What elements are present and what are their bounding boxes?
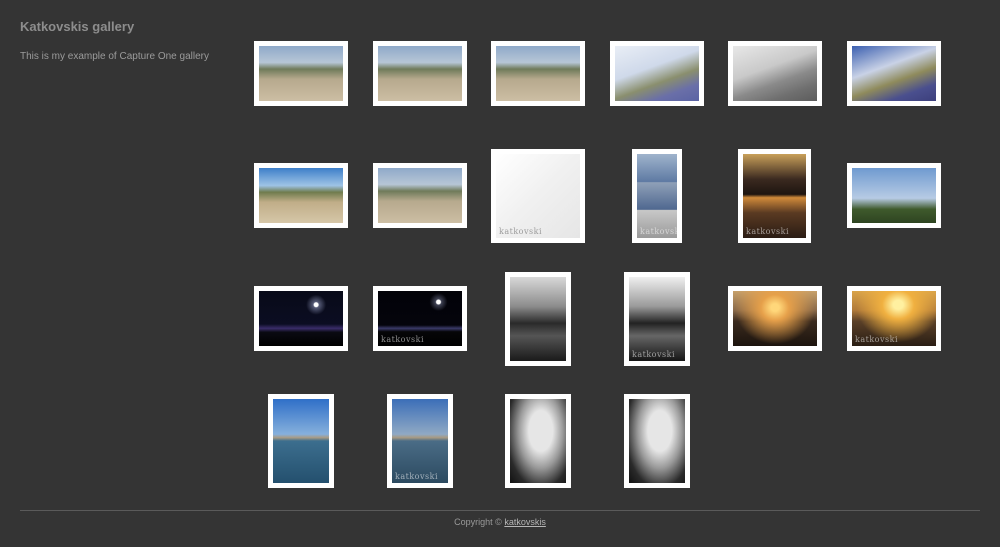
footer: Copyright © katkovskis	[0, 517, 1000, 527]
thumbnail-13[interactable]	[254, 286, 348, 351]
thumbnail-4[interactable]	[610, 41, 704, 106]
thumbnail-22[interactable]	[624, 394, 690, 488]
thumbnail-image: katkovski	[496, 154, 580, 238]
thumbnail-image	[629, 399, 685, 483]
thumbnail-7[interactable]	[254, 163, 348, 228]
gallery-title: Katkovskis gallery	[20, 19, 135, 34]
thumbnail-15[interactable]	[505, 272, 571, 366]
thumbnail-16[interactable]: katkovski	[624, 272, 690, 366]
thumbnail-image	[378, 168, 462, 223]
footer-divider	[20, 510, 980, 511]
thumbnail-image	[496, 46, 580, 101]
thumbnail-10[interactable]: katkovski	[632, 149, 682, 243]
thumbnail-3[interactable]	[491, 41, 585, 106]
thumbnail-image	[615, 46, 699, 101]
thumbnail-17[interactable]	[728, 286, 822, 351]
thumbnail-image	[259, 291, 343, 346]
watermark: katkovski	[395, 472, 439, 481]
thumbnail-image: katkovski	[852, 291, 936, 346]
watermark: katkovski	[855, 335, 899, 344]
thumbnail-20[interactable]: katkovski	[387, 394, 453, 488]
thumbnail-18[interactable]: katkovski	[847, 286, 941, 351]
thumbnail-12[interactable]	[847, 163, 941, 228]
thumbnail-image	[852, 46, 936, 101]
thumbnail-image: katkovski	[629, 277, 685, 361]
thumbnail-2[interactable]	[373, 41, 467, 106]
thumbnail-8[interactable]	[373, 163, 467, 228]
thumbnail-image	[510, 277, 566, 361]
thumbnail-image	[259, 168, 343, 223]
thumbnail-19[interactable]	[268, 394, 334, 488]
thumbnail-5[interactable]	[728, 41, 822, 106]
thumbnail-image	[852, 168, 936, 223]
gallery-description: This is my example of Capture One galler…	[20, 51, 209, 62]
thumbnail-image: katkovski	[743, 154, 806, 238]
thumbnail-image	[510, 399, 566, 483]
thumbnail-image: katkovski	[392, 399, 448, 483]
copyright-text: Copyright ©	[454, 517, 502, 527]
watermark: katkovski	[746, 227, 790, 236]
watermark: katkovski	[381, 335, 425, 344]
thumbnail-image	[378, 46, 462, 101]
thumbnail-11[interactable]: katkovski	[738, 149, 811, 243]
thumbnail-image	[273, 399, 329, 483]
watermark: katkovski	[640, 227, 677, 236]
author-link[interactable]: katkovskis	[504, 517, 546, 527]
thumbnail-image	[733, 46, 817, 101]
thumbnail-14[interactable]: katkovski	[373, 286, 467, 351]
thumbnail-9[interactable]: katkovski	[491, 149, 585, 243]
thumbnail-21[interactable]	[505, 394, 571, 488]
thumbnail-image: katkovski	[637, 154, 677, 238]
watermark: katkovski	[632, 350, 676, 359]
thumbnail-image	[259, 46, 343, 101]
thumbnail-image	[733, 291, 817, 346]
watermark: katkovski	[499, 227, 543, 236]
thumbnail-1[interactable]	[254, 41, 348, 106]
thumbnail-6[interactable]	[847, 41, 941, 106]
thumbnail-image: katkovski	[378, 291, 462, 346]
